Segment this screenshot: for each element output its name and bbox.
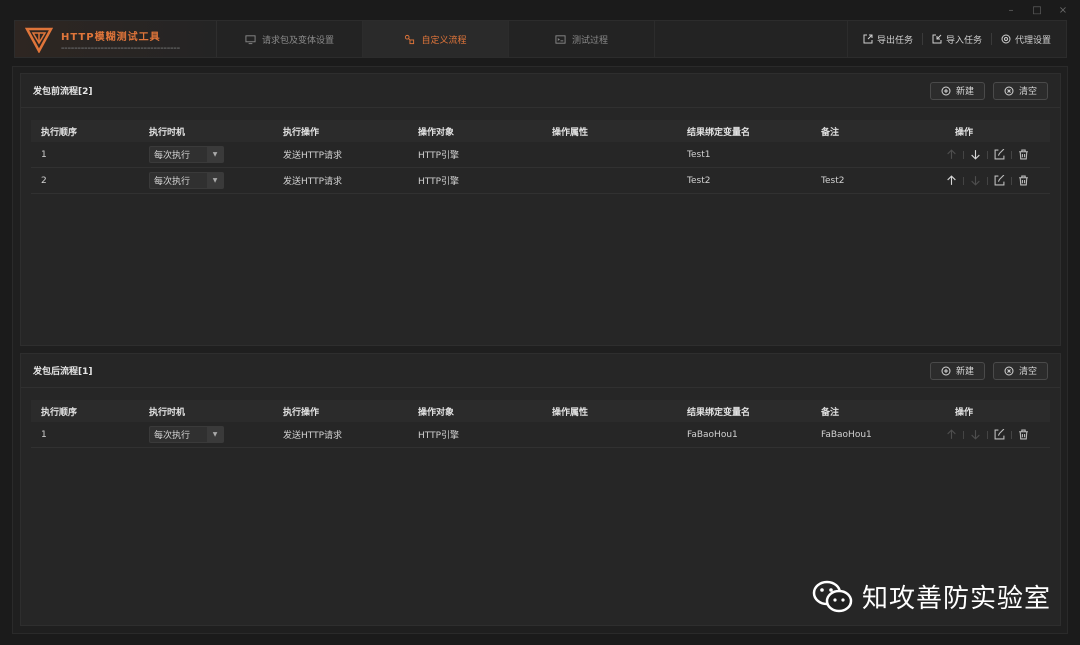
ops-cell bbox=[945, 148, 1050, 161]
import-task-button[interactable]: 导入任务 bbox=[923, 33, 992, 46]
ops-cell bbox=[945, 174, 1050, 187]
edit-icon[interactable] bbox=[993, 148, 1006, 161]
move-up-icon[interactable] bbox=[945, 174, 958, 187]
watermark-text: 知攻善防实验室 bbox=[862, 584, 1052, 614]
timing-cell: 每次执行 ▼ bbox=[139, 146, 273, 163]
var-cell: Test2 bbox=[687, 175, 711, 186]
minimize-button[interactable]: – bbox=[1006, 5, 1016, 16]
proxy-icon bbox=[1001, 34, 1011, 44]
timing-cell: 每次执行 ▼ bbox=[139, 426, 273, 443]
delete-icon[interactable] bbox=[1017, 174, 1030, 187]
close-button[interactable]: × bbox=[1058, 5, 1068, 16]
header-actions: 导出任务 导入任务 代理设置 bbox=[846, 21, 1066, 57]
target-cell: HTTP引擎 bbox=[418, 431, 460, 441]
action-cell: 发送HTTP请求 bbox=[283, 177, 343, 187]
order-cell: 1 bbox=[41, 429, 47, 440]
flow-icon bbox=[405, 34, 415, 44]
proxy-settings-button[interactable]: 代理设置 bbox=[992, 33, 1060, 46]
move-down-icon[interactable] bbox=[969, 148, 982, 161]
timing-select[interactable]: 每次执行 ▼ bbox=[149, 426, 224, 443]
tab-custom-flow[interactable]: 自定义流程 bbox=[363, 21, 509, 57]
plus-circle-icon bbox=[941, 86, 951, 95]
app-subtitle-decoration: ▬▬▬▬▬▬▬▬▬▬▬▬▬▬▬▬▬▬▬▬▬▬▬▬▬▬▬▬▬▬▬▬▬▬▬▬ bbox=[61, 46, 181, 50]
panel-title: 发包前流程[2] bbox=[33, 87, 93, 97]
brand: HTTP模糊测试工具 ▬▬▬▬▬▬▬▬▬▬▬▬▬▬▬▬▬▬▬▬▬▬▬▬▬▬▬▬▬… bbox=[15, 21, 217, 57]
app-logo-icon bbox=[25, 27, 53, 53]
terminal-icon bbox=[555, 34, 566, 44]
chevron-down-icon: ▼ bbox=[207, 427, 223, 442]
clear-button[interactable]: 清空 bbox=[992, 81, 1048, 100]
action-cell: 发送HTTP请求 bbox=[283, 151, 343, 161]
monitor-icon bbox=[245, 34, 256, 44]
new-button[interactable]: 新建 bbox=[929, 81, 985, 100]
pre-flow-table: 执行顺序 执行时机 执行操作 操作对象 操作属性 结果绑定变量名 备注 操作 1… bbox=[31, 120, 1050, 194]
delete-icon[interactable] bbox=[1017, 148, 1030, 161]
table-row: 1 每次执行 ▼ 发送HTTP请求 HTTP引擎 Test1 bbox=[31, 142, 1050, 168]
order-cell: 1 bbox=[41, 149, 47, 160]
panel-title: 发包后流程[1] bbox=[33, 367, 93, 377]
tab-label: 自定义流程 bbox=[421, 35, 467, 46]
clear-button[interactable]: 清空 bbox=[992, 361, 1048, 380]
main-tabs: 请求包及变体设置 自定义流程 测试过程 bbox=[217, 21, 655, 57]
move-down-icon[interactable] bbox=[969, 428, 982, 441]
move-up-icon[interactable] bbox=[945, 148, 958, 161]
post-flow-table: 执行顺序 执行时机 执行操作 操作对象 操作属性 结果绑定变量名 备注 操作 1… bbox=[31, 400, 1050, 448]
app-title: HTTP模糊测试工具 bbox=[61, 32, 161, 43]
x-circle-icon bbox=[1004, 366, 1014, 375]
table-row: 2 每次执行 ▼ 发送HTTP请求 HTTP引擎 Test2 Test2 bbox=[31, 168, 1050, 194]
window-controls: – □ × bbox=[1006, 2, 1068, 18]
export-icon bbox=[863, 34, 873, 44]
new-button[interactable]: 新建 bbox=[929, 361, 985, 380]
tab-label: 请求包及变体设置 bbox=[261, 35, 334, 46]
move-down-icon[interactable] bbox=[969, 174, 982, 187]
timing-select[interactable]: 每次执行 ▼ bbox=[149, 146, 224, 163]
plus-circle-icon bbox=[941, 366, 951, 375]
move-up-icon[interactable] bbox=[945, 428, 958, 441]
timing-select[interactable]: 每次执行 ▼ bbox=[149, 172, 224, 189]
var-cell: FaBaoHou1 bbox=[687, 429, 738, 440]
edit-icon[interactable] bbox=[993, 174, 1006, 187]
tab-test-process[interactable]: 测试过程 bbox=[509, 21, 655, 57]
x-circle-icon bbox=[1004, 86, 1014, 95]
table-row: 1 每次执行 ▼ 发送HTTP请求 HTTP引擎 FaBaoHou1 FaBao… bbox=[31, 422, 1050, 448]
tab-label: 测试过程 bbox=[571, 35, 608, 46]
watermark: 知攻善防实验室 bbox=[812, 578, 1051, 615]
edit-icon[interactable] bbox=[993, 428, 1006, 441]
maximize-button[interactable]: □ bbox=[1032, 5, 1042, 16]
app-header: HTTP模糊测试工具 ▬▬▬▬▬▬▬▬▬▬▬▬▬▬▬▬▬▬▬▬▬▬▬▬▬▬▬▬▬… bbox=[14, 20, 1067, 58]
chevron-down-icon: ▼ bbox=[207, 173, 223, 188]
timing-cell: 每次执行 ▼ bbox=[139, 172, 273, 189]
chevron-down-icon: ▼ bbox=[207, 147, 223, 162]
pre-flow-panel: 发包前流程[2] 新建 清空 执行顺序 执行时机 执行操作 操作对象 操作属性 … bbox=[20, 73, 1061, 346]
wechat-icon bbox=[812, 580, 853, 612]
table-header: 执行顺序 执行时机 执行操作 操作对象 操作属性 结果绑定变量名 备注 操作 bbox=[31, 400, 1050, 422]
ops-cell bbox=[945, 428, 1050, 441]
tab-request-settings[interactable]: 请求包及变体设置 bbox=[217, 21, 363, 57]
delete-icon[interactable] bbox=[1017, 428, 1030, 441]
target-cell: HTTP引擎 bbox=[418, 151, 460, 161]
export-task-button[interactable]: 导出任务 bbox=[854, 33, 923, 46]
target-cell: HTTP引擎 bbox=[418, 177, 460, 187]
var-cell: Test1 bbox=[687, 149, 711, 160]
note-cell: FaBaoHou1 bbox=[821, 429, 872, 440]
order-cell: 2 bbox=[41, 175, 47, 186]
note-cell: Test2 bbox=[821, 175, 845, 186]
import-icon bbox=[932, 34, 942, 44]
table-header: 执行顺序 执行时机 执行操作 操作对象 操作属性 结果绑定变量名 备注 操作 bbox=[31, 120, 1050, 142]
action-cell: 发送HTTP请求 bbox=[283, 431, 343, 441]
